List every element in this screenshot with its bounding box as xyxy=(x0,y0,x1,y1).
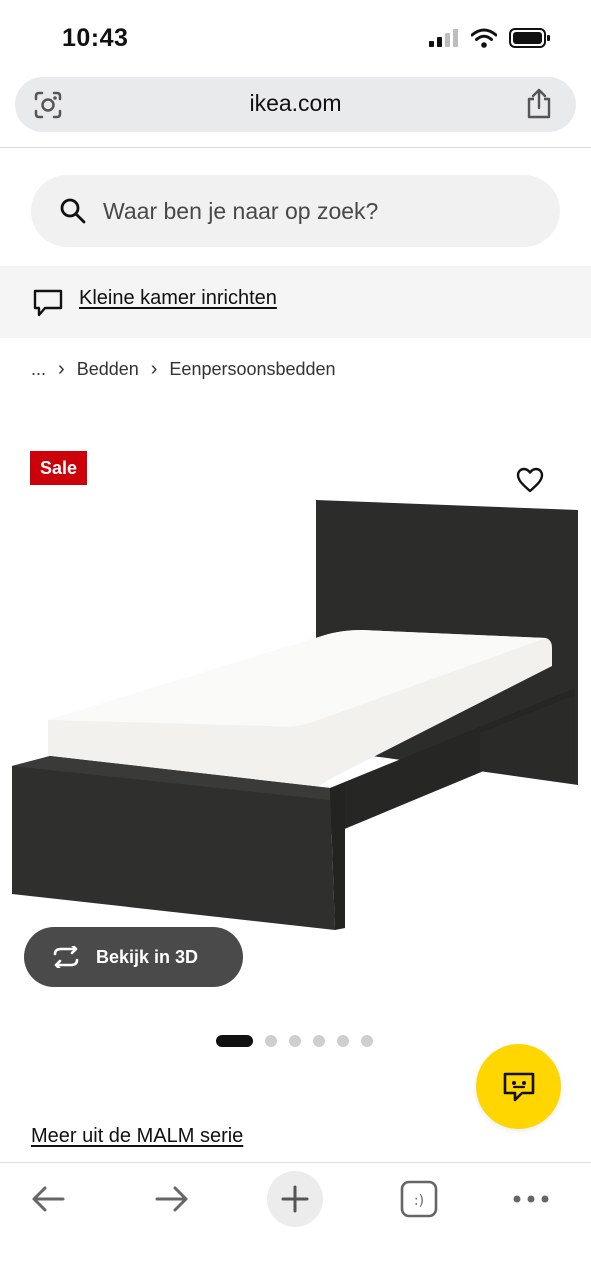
share-icon[interactable] xyxy=(524,88,554,120)
breadcrumb-item-eenpersoonsbedden[interactable]: Eenpersoonsbedden xyxy=(169,359,335,380)
view-3d-label: Bekijk in 3D xyxy=(96,946,199,967)
view-3d-button[interactable]: Bekijk in 3D xyxy=(24,927,243,987)
browser-toolbar: :) xyxy=(0,1162,591,1280)
menu-button[interactable] xyxy=(503,1171,559,1227)
carousel-dot[interactable] xyxy=(216,1035,253,1047)
tabs-button[interactable]: :) xyxy=(391,1171,447,1227)
carousel-dot[interactable] xyxy=(265,1035,277,1047)
battery-icon xyxy=(509,28,550,48)
rotate-3d-icon xyxy=(53,946,79,968)
breadcrumb: ... › Bedden › Eenpersoonsbedden xyxy=(31,358,336,381)
carousel-dot[interactable] xyxy=(289,1035,301,1047)
carousel-dot[interactable] xyxy=(361,1035,373,1047)
tabs-label: :) xyxy=(414,1193,424,1209)
promo-banner[interactable]: Kleine kamer inrichten xyxy=(0,266,591,338)
chat-assistant-icon xyxy=(503,1072,534,1101)
search-input[interactable] xyxy=(103,175,533,247)
carousel-indicator xyxy=(216,1035,373,1047)
chat-assistant-button[interactable] xyxy=(476,1044,561,1129)
chat-bubble-icon xyxy=(33,289,63,317)
signal-icon xyxy=(429,29,458,47)
product-gallery[interactable]: Sale Bekijk in 3D xyxy=(0,430,591,1000)
breadcrumb-item-bedden[interactable]: Bedden xyxy=(77,359,139,380)
breadcrumb-ellipsis[interactable]: ... xyxy=(31,359,46,380)
divider xyxy=(0,147,591,148)
series-link[interactable]: Meer uit de MALM serie xyxy=(31,1125,243,1148)
status-icons xyxy=(429,28,551,48)
forward-button[interactable] xyxy=(144,1171,200,1227)
back-button[interactable] xyxy=(20,1171,76,1227)
heart-icon xyxy=(516,467,544,493)
back-arrow-icon xyxy=(32,1186,65,1212)
status-bar: 10:43 xyxy=(0,0,591,76)
carousel-dot[interactable] xyxy=(337,1035,349,1047)
chevron-right-icon: › xyxy=(58,358,65,380)
new-tab-button[interactable] xyxy=(267,1171,323,1227)
wifi-icon xyxy=(471,28,497,48)
more-dots-icon xyxy=(513,1195,549,1203)
search-icon xyxy=(60,198,86,224)
search-box[interactable] xyxy=(31,175,560,247)
product-image-bed xyxy=(12,500,578,930)
status-time: 10:43 xyxy=(62,24,129,52)
carousel-dot[interactable] xyxy=(313,1035,325,1047)
plus-icon xyxy=(281,1185,309,1213)
forward-arrow-icon xyxy=(155,1186,188,1212)
tabs-icon: :) xyxy=(400,1180,438,1218)
chevron-right-icon: › xyxy=(150,358,158,380)
sale-badge: Sale xyxy=(30,451,87,485)
promo-link[interactable]: Kleine kamer inrichten xyxy=(79,287,277,310)
address-bar[interactable]: ikea.com xyxy=(15,77,576,132)
url-text[interactable]: ikea.com xyxy=(15,90,576,117)
